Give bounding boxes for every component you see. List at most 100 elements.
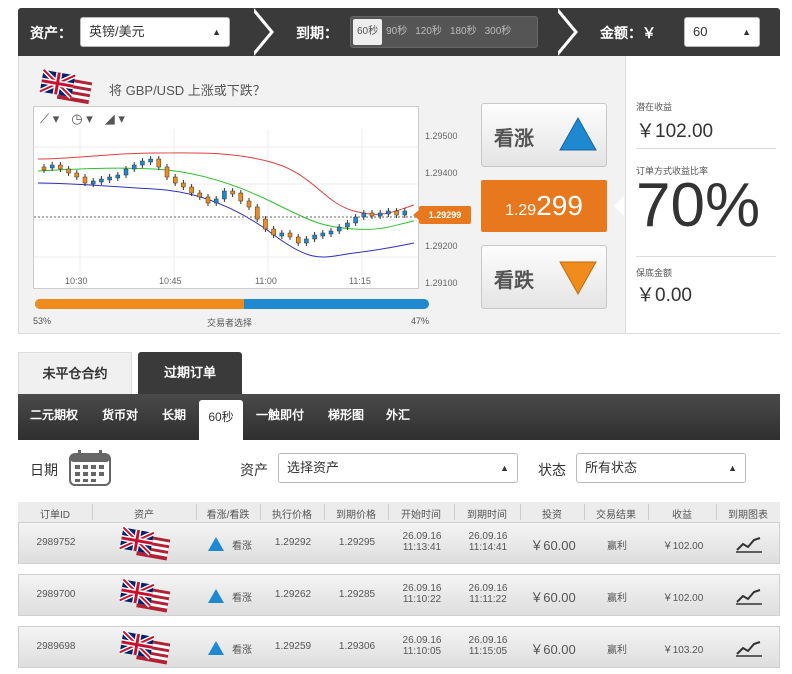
- trade-result: 赢利: [607, 645, 627, 656]
- price-prefix: 1.29: [505, 202, 537, 219]
- up-triangle-icon: [208, 589, 224, 603]
- potential-label: 潜在收益: [636, 102, 673, 112]
- table-row[interactable]: 2989698 看涨 1.29259 1.29306 26.09.16 11:1…: [18, 626, 780, 668]
- end-time: 26.09.16 11:11:22: [468, 583, 508, 605]
- put-button[interactable]: 看跌: [481, 245, 607, 309]
- x-tick-label: 10:45: [159, 276, 182, 286]
- line-chart-icon[interactable]: [735, 587, 763, 605]
- subnav-long[interactable]: 长期: [162, 406, 186, 423]
- time-option-60[interactable]: 60秒: [353, 19, 383, 45]
- asset-filter-value: 选择资产: [287, 460, 340, 475]
- subnav-touch[interactable]: 一触即付: [256, 406, 304, 423]
- col-header: 看涨/看跌: [206, 510, 250, 521]
- payout-info: 潜在收益 ￥102.00 订单方式收益比率 70% 保底金额 ￥0.00: [625, 56, 781, 333]
- candle-body: [386, 210, 391, 215]
- up-triangle-icon: [559, 116, 597, 151]
- y-tick-label: 1.29400: [425, 168, 458, 178]
- order-id: 2989698: [36, 641, 76, 652]
- subnav-ladder[interactable]: 梯形图: [328, 406, 364, 423]
- candle-body: [271, 228, 276, 236]
- end-time: 26.09.16 11:14:41: [468, 531, 508, 553]
- line-chart-icon[interactable]: [735, 535, 763, 553]
- trade-panel: 将 GBP/USD 上涨或下跌？ ⟋ ▾ ◷ ▾ ◢ ▾ 1.29500 1.2…: [18, 56, 781, 334]
- uk-us-flag-icon: [38, 68, 93, 105]
- time-option-90[interactable]: 90秒: [382, 19, 411, 45]
- uk-us-flag-icon: [118, 577, 171, 613]
- call-button[interactable]: 看涨: [481, 103, 607, 167]
- candle-body: [377, 212, 383, 217]
- table-row[interactable]: 2989700 看涨 1.29262 1.29285 26.09.16 11:1…: [18, 574, 780, 616]
- line-chart-icon[interactable]: [735, 639, 763, 657]
- asset-filter-select[interactable]: 选择资产 ▲: [278, 453, 518, 483]
- sentiment-caption: 交易者选择: [207, 318, 253, 328]
- start-time: 26.09.16 11:10:22: [402, 583, 442, 605]
- asset-label: 资产：: [30, 25, 72, 41]
- candle-body: [320, 232, 326, 237]
- asset-select[interactable]: 英镑/美元 ▲: [80, 17, 230, 47]
- current-price-tag: 1.29299: [419, 206, 471, 224]
- table-row[interactable]: 2989752 看涨 1.29292 1.29295 26.09.16 11:1…: [18, 522, 780, 564]
- time-option-120[interactable]: 120秒: [411, 19, 446, 45]
- updown-arrows-icon: ▲: [500, 463, 509, 473]
- status-filter-select[interactable]: 所有状态 ▲: [576, 453, 746, 483]
- amount-select-value: 60: [693, 24, 708, 39]
- col-header: 执行价格: [272, 510, 312, 521]
- candle-body: [254, 206, 260, 220]
- x-tick-label: 11:15: [349, 276, 371, 286]
- potential-value: ￥102.00: [636, 121, 714, 142]
- expiry-price: 1.29295: [338, 537, 376, 548]
- candle-body: [336, 226, 342, 232]
- col-header: 投资: [542, 510, 562, 521]
- updown-arrows-icon: ▲: [742, 27, 751, 37]
- candle-body: [181, 182, 186, 188]
- y-tick-label: 1.29500: [425, 131, 458, 141]
- trade-result: 赢利: [607, 593, 627, 604]
- col-header: 资产: [134, 510, 154, 521]
- candle-body: [213, 198, 219, 204]
- candle-body: [197, 192, 203, 198]
- end-time: 26.09.16 11:15:05: [468, 635, 508, 657]
- price-chart[interactable]: ⟋ ▾ ◷ ▾ ◢ ▾: [33, 106, 419, 289]
- candle-body: [238, 192, 244, 202]
- up-triangle-icon: [208, 537, 224, 551]
- uk-us-flag-icon: [118, 525, 171, 561]
- start-time: 26.09.16 11:10:05: [402, 635, 442, 657]
- amount-select[interactable]: 60 ▲: [684, 17, 760, 47]
- profit: ￥102.00: [662, 541, 704, 552]
- time-option-300[interactable]: 300秒: [481, 19, 516, 45]
- call-button-label: 看涨: [494, 128, 534, 150]
- product-subnav: 二元期权 货币对 长期 60秒 一触即付 梯形图 外汇: [18, 394, 780, 440]
- candle-body: [107, 176, 112, 181]
- candle-body: [312, 234, 317, 240]
- x-tick-label: 10:30: [65, 276, 88, 286]
- candle-body: [205, 196, 211, 204]
- order-id: 2989700: [36, 589, 76, 600]
- expiry-price: 1.29306: [338, 641, 376, 652]
- sentiment-left-pct: 53%: [33, 316, 52, 326]
- strike-price: 1.29262: [274, 589, 312, 600]
- guarantee-value: ￥0.00: [636, 285, 692, 306]
- candle-body: [156, 158, 162, 168]
- subnav-pairs[interactable]: 货币对: [102, 406, 138, 423]
- asset-filter-label: 资产: [240, 462, 268, 478]
- candle-body: [222, 190, 227, 200]
- uk-us-flag-icon: [118, 629, 171, 665]
- tab-expired-orders[interactable]: 过期订单: [138, 352, 242, 394]
- tab-open-positions[interactable]: 未平仓合约: [18, 352, 132, 394]
- sentiment-bar-up-fill: [35, 299, 244, 309]
- candle-body: [295, 236, 301, 244]
- subnav-binary[interactable]: 二元期权: [30, 406, 78, 423]
- sentiment-right-pct: 47%: [411, 316, 430, 326]
- strike-price: 1.29292: [274, 537, 312, 548]
- candle-body: [402, 210, 408, 216]
- guarantee-label: 保底金额: [636, 268, 673, 278]
- col-header: 到期价格: [336, 510, 376, 521]
- calendar-icon[interactable]: [69, 450, 111, 486]
- candle-body: [131, 164, 137, 170]
- candle-body: [41, 166, 47, 171]
- status-filter-label: 状态: [538, 462, 566, 478]
- subnav-60s[interactable]: 60秒: [199, 400, 243, 440]
- time-option-180[interactable]: 180秒: [446, 19, 481, 45]
- candle-body: [172, 176, 178, 184]
- subnav-forex[interactable]: 外汇: [386, 406, 410, 423]
